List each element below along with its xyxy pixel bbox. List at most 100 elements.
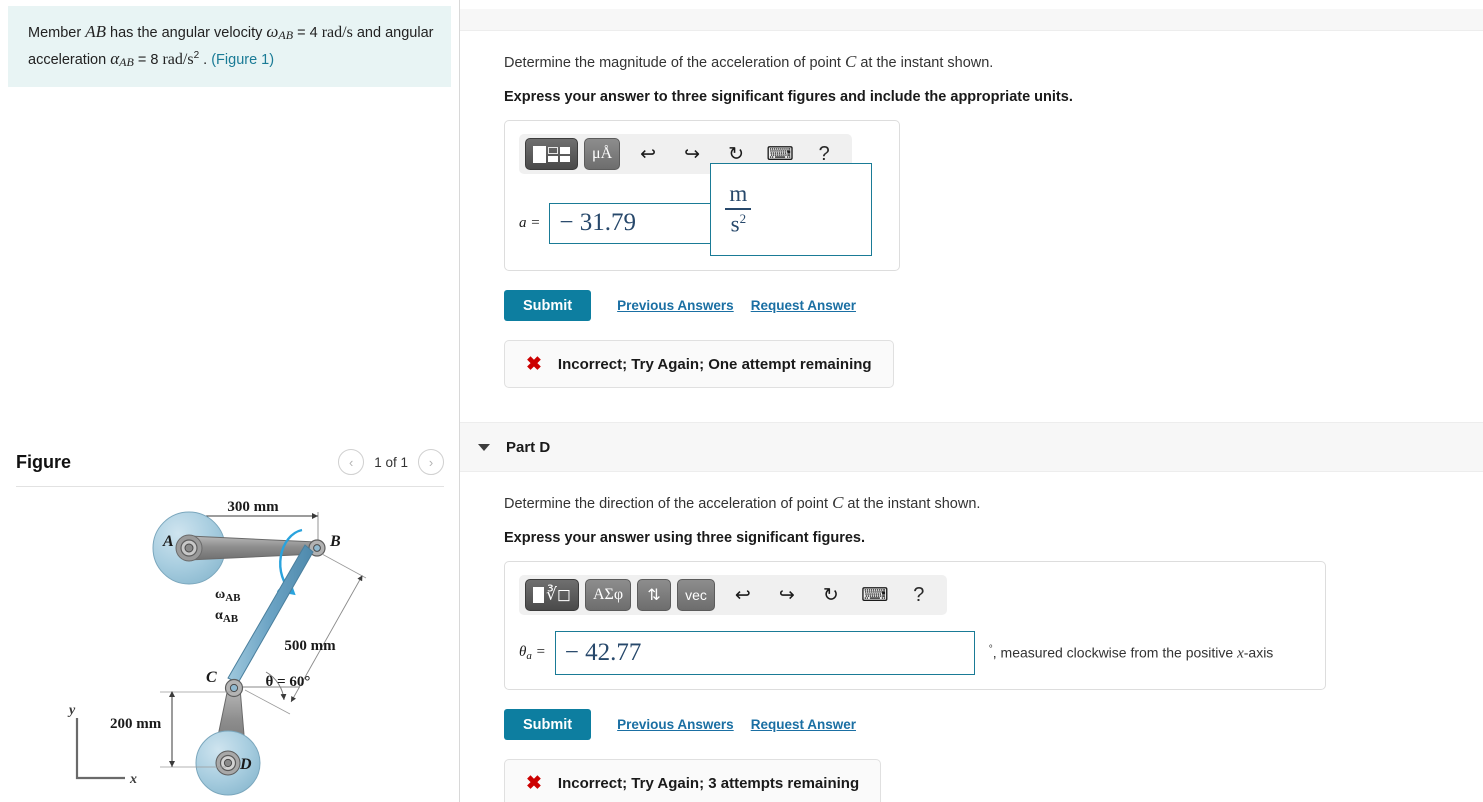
alpha-subscript: AB xyxy=(119,54,134,69)
chevron-left-icon: ‹ xyxy=(349,454,354,470)
part-c-submit-row: Submit Previous Answers Request Answer xyxy=(504,290,1483,321)
redo-icon[interactable]: ↪ xyxy=(676,139,708,169)
part-c-variable: a xyxy=(519,214,527,231)
part-c-feedback: ✖ Incorrect; Try Again; One attempt rema… xyxy=(504,340,894,388)
part-d-question-text: Determine the direction of the accelerat… xyxy=(504,496,833,512)
part-d-point-symbol: C xyxy=(832,493,844,512)
figure-prev-button[interactable]: ‹ xyxy=(338,449,365,475)
problem-text-3: and xyxy=(352,25,382,41)
label-d: D xyxy=(239,756,252,773)
part-c-instruction: Express your answer to three significant… xyxy=(504,89,1073,105)
part-c-feedback-text: Incorrect; Try Again; One attempt remain… xyxy=(557,355,872,373)
alpha-symbol: α xyxy=(110,48,120,68)
units-icon[interactable]: μÅ xyxy=(584,138,621,170)
part-d-axis-tail: -axis xyxy=(1243,644,1274,661)
problem-text-2: has the angular velocity xyxy=(106,25,267,41)
root-template-icon[interactable]: ∛◻ xyxy=(525,579,579,611)
part-d-answer-row: θa = − 42.77 °, measured clockwise from … xyxy=(519,631,1311,675)
part-d-suffix-text: , measured clockwise from the positive xyxy=(992,644,1238,661)
part-c-units-input[interactable]: m s2 xyxy=(710,163,873,256)
axis-label-x: x xyxy=(129,772,137,787)
units-fraction: m s2 xyxy=(725,182,752,237)
figure-pager: ‹ 1 of 1 › xyxy=(338,449,444,475)
unit-denominator: s2 xyxy=(730,210,747,237)
pin-b-inner xyxy=(313,544,321,552)
part-d-instruction: Express your answer using three signific… xyxy=(504,530,865,546)
part-c-question-tail: at the instant shown. xyxy=(856,55,994,71)
problem-text-5: . xyxy=(199,51,212,68)
part-c-point-symbol: C xyxy=(844,52,857,71)
pin-c-inner xyxy=(229,683,239,693)
part-c-request-answer-link[interactable]: Request Answer xyxy=(751,298,856,313)
omega-value: = 4 xyxy=(293,25,322,41)
label-c: C xyxy=(206,669,217,686)
label-a: A xyxy=(162,533,174,550)
link-ab xyxy=(188,535,317,561)
part-c-answer-label: a = xyxy=(519,214,541,231)
problem-text-1: Member xyxy=(28,25,86,41)
part-d-axis-symbol: x xyxy=(1237,645,1244,662)
part-c-answer-row: a = − 31.79 m s2 xyxy=(519,163,885,256)
member-symbol: AB xyxy=(85,22,106,41)
part-c-answer-input[interactable]: − 31.79 xyxy=(549,202,712,244)
figure-title: Figure xyxy=(16,451,72,472)
omega-symbol: ω xyxy=(266,22,279,41)
keyboard-icon[interactable]: ⌨ xyxy=(859,580,891,610)
label-alpha-ab: αAB xyxy=(215,608,239,625)
part-d-submit-button[interactable]: Submit xyxy=(504,709,592,740)
part-d-previous-answers-link[interactable]: Previous Answers xyxy=(617,717,734,732)
fraction-bar xyxy=(725,208,752,210)
dim-label-200: 200 mm xyxy=(110,716,162,732)
part-d-header[interactable]: Part D xyxy=(460,422,1483,472)
omega-units: rad/s xyxy=(321,24,353,41)
label-theta: θ = 60° xyxy=(266,674,311,690)
redo-icon[interactable]: ↪ xyxy=(771,580,803,610)
left-panel: Member AB has the angular velocity ωAB =… xyxy=(0,0,460,802)
error-x-icon: ✖ xyxy=(526,353,542,375)
updown-arrows-icon[interactable]: ⇅ xyxy=(637,579,672,611)
figure-diagram: 300 mm A B ωAB αAB 500 mm θ = 60° C D 20… xyxy=(0,490,460,802)
right-panel: Determine the magnitude of the accelerat… xyxy=(460,0,1483,802)
figure-page-indicator: 1 of 1 xyxy=(374,454,408,470)
reset-icon[interactable]: ↻ xyxy=(815,580,847,610)
figure-link[interactable]: (Figure 1) xyxy=(211,52,274,68)
part-d-body: Determine the direction of the accelerat… xyxy=(460,493,1483,802)
part-c-question-text: Determine the magnitude of the accelerat… xyxy=(504,55,845,71)
part-c-submit-button[interactable]: Submit xyxy=(504,290,592,321)
figure-divider xyxy=(16,486,444,487)
label-b: B xyxy=(329,533,341,550)
part-c-answer-card: μÅ ↩ ↪ ↻ ⌨ ? a = − 31.79 m s2 xyxy=(504,120,900,271)
part-d-request-answer-link[interactable]: Request Answer xyxy=(751,717,856,732)
part-d-label: Part D xyxy=(506,438,551,456)
part-c-previous-answers-link[interactable]: Previous Answers xyxy=(617,298,734,313)
error-x-icon: ✖ xyxy=(526,772,542,794)
pin-d-inner xyxy=(223,758,233,768)
template-icon[interactable] xyxy=(525,138,578,170)
part-c-body: Determine the magnitude of the accelerat… xyxy=(460,52,1483,388)
dim-label-500: 500 mm xyxy=(284,638,336,654)
undo-icon[interactable]: ↩ xyxy=(727,580,759,610)
mechanism-svg: 300 mm A B ωAB αAB 500 mm θ = 60° C D 20… xyxy=(67,499,367,796)
pin-a-inner xyxy=(184,543,194,553)
part-d-answer-label: θa = xyxy=(519,644,546,662)
undo-icon[interactable]: ↩ xyxy=(632,139,664,169)
part-d-feedback-text: Incorrect; Try Again; 3 attempts remaini… xyxy=(557,774,860,792)
part-d-feedback: ✖ Incorrect; Try Again; 3 attempts remai… xyxy=(504,759,882,802)
page-root: Member AB has the angular velocity ωAB =… xyxy=(0,0,1483,802)
part-d-answer-input[interactable]: − 42.77 xyxy=(554,631,975,675)
chevron-down-icon[interactable] xyxy=(478,443,490,451)
omega-subscript: AB xyxy=(278,28,294,42)
label-omega-ab: ωAB xyxy=(215,587,241,604)
figure-next-button[interactable]: › xyxy=(418,449,444,475)
greek-symbols-icon[interactable]: ΑΣφ xyxy=(584,579,632,611)
help-icon[interactable]: ? xyxy=(903,580,935,610)
vector-icon[interactable]: vec xyxy=(677,579,715,611)
previous-part-strip xyxy=(460,9,1483,31)
part-d-units-suffix: °, measured clockwise from the positive … xyxy=(989,644,1274,663)
part-d-answer-card: ∛◻ ΑΣφ ⇅ vec ↩ ↪ ↻ ⌨ ? θa = − 42.77 °, m… xyxy=(504,561,1326,690)
part-d-variable-subscript: a xyxy=(526,650,532,662)
alpha-value: = 8 xyxy=(133,51,163,68)
axis-label-y: y xyxy=(67,703,76,718)
figure-header: Figure ‹ 1 of 1 › xyxy=(0,440,460,487)
dim-ext-b xyxy=(321,553,367,579)
